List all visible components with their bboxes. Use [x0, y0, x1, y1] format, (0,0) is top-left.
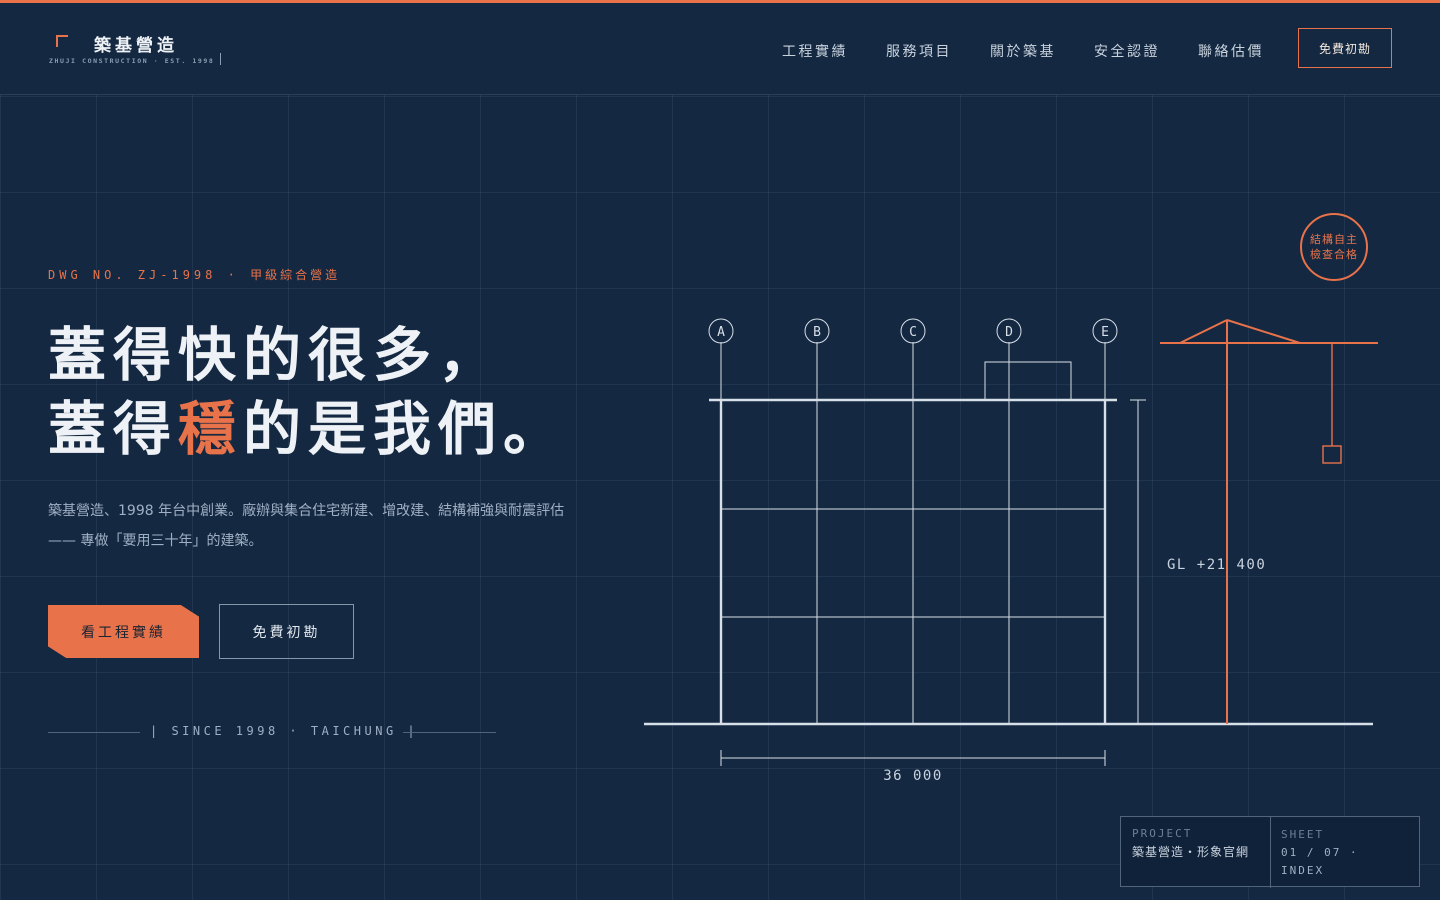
- since-divider-left: [48, 732, 140, 733]
- nav-item-services[interactable]: 服務項目: [886, 41, 952, 61]
- nav-item-about[interactable]: 關於築基: [990, 41, 1056, 61]
- headline-line-2-post: 的是我們。: [243, 395, 569, 463]
- sheet-number: 01 / 07 ·: [1281, 846, 1359, 859]
- nav-item-projects[interactable]: 工程實績: [782, 41, 848, 61]
- logo-tick-mark: [220, 53, 221, 65]
- view-projects-button[interactable]: 看工程實績: [48, 605, 199, 658]
- drawing-title-block: PROJECT 築基營造・形象官網 SHEET 01 / 07 · INDEX: [1120, 816, 1420, 888]
- headline-line-2-pre: 蓋得: [48, 395, 179, 463]
- project-value: 築基營造・形象官網: [1132, 845, 1250, 859]
- stamp-line-1: 結構自主: [1310, 233, 1358, 246]
- brand-tagline: ZHUJI CONSTRUCTION · EST. 1998: [49, 57, 215, 65]
- stamp-line-2: 檢查合格: [1310, 248, 1358, 261]
- width-dimension-label: 36 000: [883, 768, 943, 784]
- sheet-name: INDEX: [1281, 864, 1325, 877]
- site-header: 築基營造 ZHUJI CONSTRUCTION · EST. 1998 工程實績…: [0, 3, 1440, 95]
- crane-tie-right: [1226, 319, 1301, 344]
- since-divider-right: [403, 732, 496, 733]
- grid-label-e: E: [1101, 325, 1109, 340]
- headline-accent-word: 穩: [178, 395, 244, 463]
- hero-headline: 蓋得快的很多， 蓋得穩的是我們。: [48, 318, 568, 466]
- hero-description: 築基營造、1998 年台中創業。廠辦與集合住宅新建、增改建、結構補強與耐震評估—…: [48, 503, 565, 549]
- sheet-label: SHEET: [1281, 828, 1325, 841]
- grid-label-d: D: [1005, 325, 1013, 340]
- drawing-grade: 甲級綜合營造: [250, 268, 341, 282]
- inspection-stamp: 結構自主 檢查合格: [1300, 213, 1368, 281]
- grid-label-a: A: [717, 325, 725, 340]
- grid-label-b: B: [813, 325, 821, 340]
- free-survey-button[interactable]: 免費初勘: [219, 604, 354, 659]
- since-label: | SINCE 1998 · TAICHUNG |: [150, 724, 419, 738]
- nav-item-contact[interactable]: 聯絡估價: [1198, 41, 1264, 61]
- nav-item-safety[interactable]: 安全認證: [1094, 41, 1160, 61]
- nav-cta-button[interactable]: 免費初勘: [1298, 28, 1392, 68]
- main-nav: 工程實績 服務項目 關於築基 安全認證 聯絡估價: [782, 41, 1264, 61]
- project-label: PROJECT: [1132, 827, 1193, 840]
- drawing-number: DWG NO. ZJ-1998 ·: [48, 268, 239, 282]
- headline-line-1: 蓋得快的很多，: [48, 321, 504, 389]
- title-block-divider: [1270, 817, 1271, 888]
- level-label: GL +21 400: [1167, 557, 1266, 573]
- building-elevation-drawing: A B C D E GL +21 400 36 000: [644, 318, 1378, 784]
- drawing-code: DWG NO. ZJ-1998 · 甲級綜合營造: [48, 266, 340, 283]
- rooftop-unit: [984, 361, 1072, 401]
- crane-tie-left: [1179, 319, 1228, 344]
- logo-corner-icon: [56, 35, 68, 47]
- crane-hook-load: [1322, 445, 1342, 464]
- brand-name[interactable]: 築基營造: [94, 31, 178, 56]
- grid-label-c: C: [909, 325, 917, 340]
